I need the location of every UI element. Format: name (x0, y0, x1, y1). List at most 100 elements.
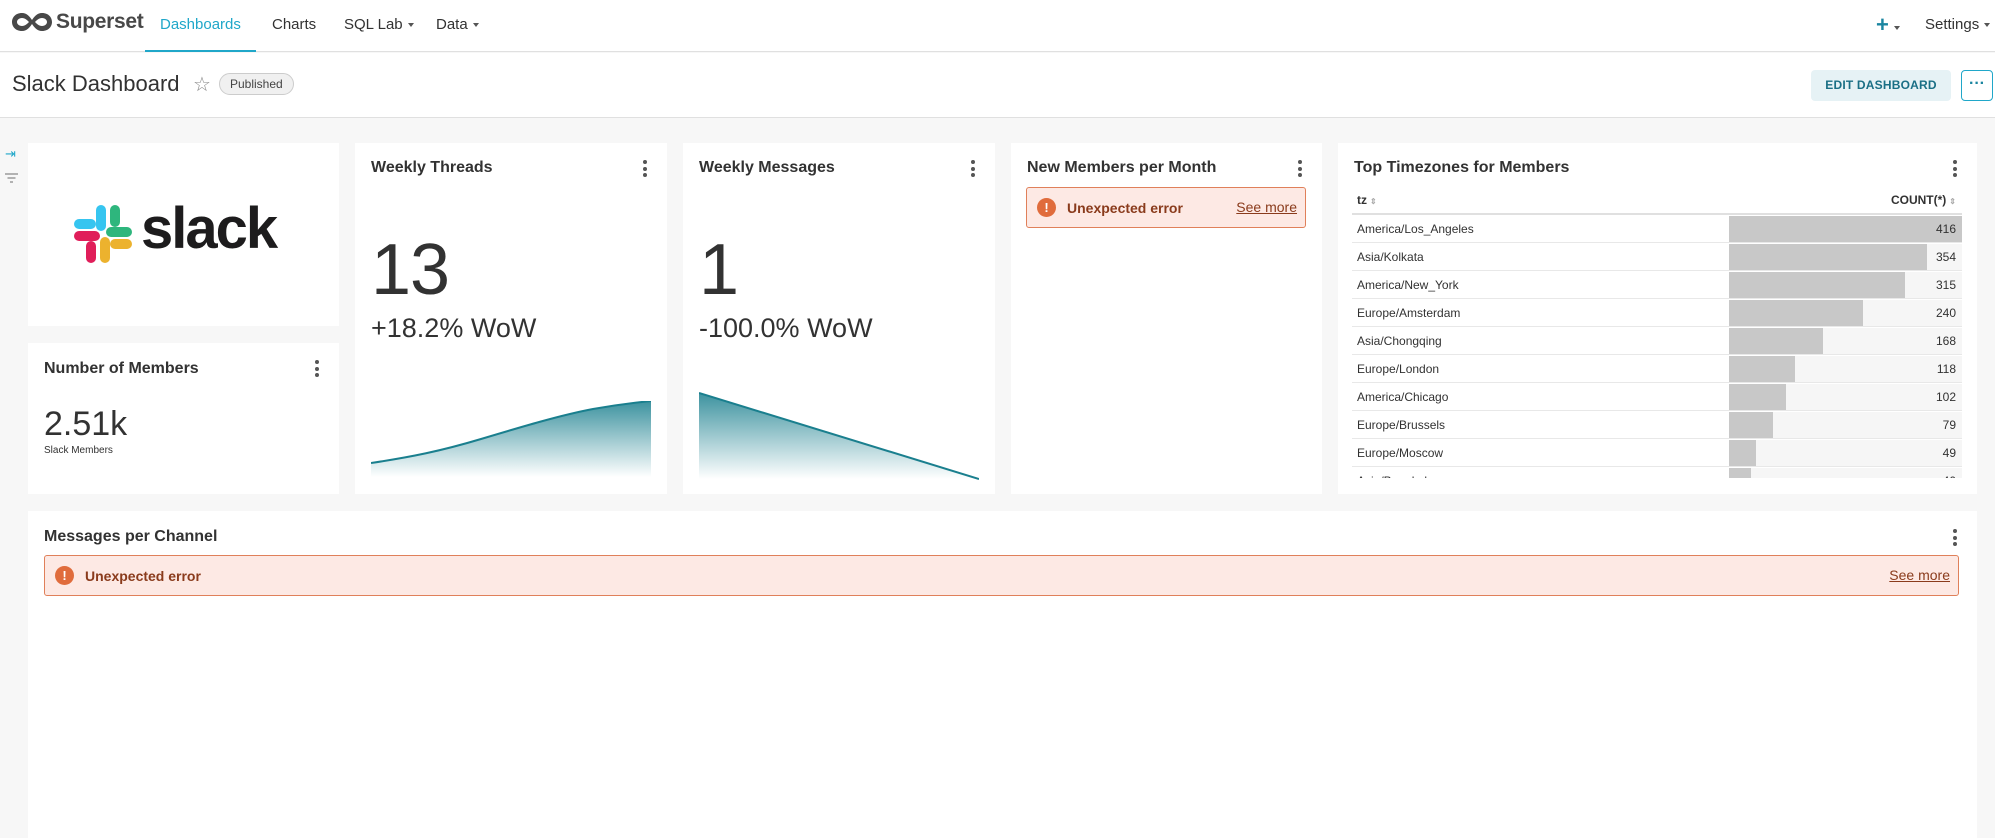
error-icon: ! (1037, 198, 1056, 217)
count-cell: 49 (1942, 446, 1956, 460)
tz-cell: Asia/Chongqing (1357, 334, 1442, 348)
count-cell: 40 (1943, 474, 1956, 478)
members-caption: Slack Members (44, 445, 113, 456)
column-label: tz (1357, 193, 1367, 207)
see-more-link[interactable]: See more (1889, 567, 1950, 583)
chevron-down-icon (407, 23, 414, 28)
expand-filters-icon[interactable]: ⇥ (5, 146, 19, 161)
error-icon: ! (55, 566, 74, 585)
kebab-menu-icon[interactable] (1953, 160, 1957, 177)
filter-icon[interactable] (5, 173, 19, 187)
plus-icon: + (1876, 12, 1889, 37)
members-card: Number of Members 2.51k Slack Members (28, 343, 339, 494)
card-title: Weekly Messages (699, 159, 835, 176)
bar-track (1729, 468, 1962, 478)
tz-cell: Europe/Brussels (1357, 418, 1446, 432)
count-bar (1729, 244, 1927, 270)
tz-cell: America/New_York (1357, 278, 1459, 292)
table-row: Europe/London 118 (1352, 355, 1962, 383)
trendline-sparkline (371, 401, 651, 477)
count-cell: 168 (1935, 334, 1956, 348)
count-cell: 118 (1936, 362, 1956, 376)
count-cell: 240 (1935, 306, 1956, 320)
column-header-count[interactable]: COUNT(*) ⇕ (1891, 193, 1956, 207)
table-row: Asia/Bangkok 40 (1352, 467, 1962, 478)
messages-per-channel-card: Messages per Channel ! Unexpected error … (28, 511, 1977, 838)
count-bar (1729, 328, 1823, 354)
table-body: America/Los_Angeles 416 Asia/Kolkata 354 Ame… (1352, 215, 1962, 478)
slack-logo-icon (74, 205, 132, 263)
weekly-threads-card: Weekly Threads 13 +18.2% WoW (355, 143, 667, 494)
brand-logo[interactable]: Superset (11, 10, 144, 34)
settings-label: Settings (1925, 16, 1980, 33)
column-header-tz[interactable]: tz ⇕ (1357, 193, 1377, 207)
table-row: Europe/Brussels 79 (1352, 411, 1962, 439)
sort-icon: ⇕ (1370, 197, 1377, 206)
count-cell: 416 (1935, 222, 1956, 236)
table-row: Asia/Kolkata 354 (1352, 243, 1962, 271)
tz-cell: Europe/London (1357, 362, 1440, 376)
nav-sql-lab[interactable]: SQL Lab (344, 0, 414, 52)
dashboard-title[interactable]: Slack Dashboard (12, 71, 180, 97)
favorite-star-icon[interactable]: ☆ (193, 72, 211, 97)
big-number-value: 13 (371, 230, 450, 310)
timezones-table: tz ⇕ COUNT(*) ⇕ America/Los_Angeles 416 Asia… (1352, 188, 1962, 478)
count-bar (1729, 384, 1786, 410)
card-title: New Members per Month (1027, 159, 1217, 176)
settings-menu[interactable]: Settings (1925, 0, 1991, 52)
new-menu[interactable]: + (1876, 0, 1900, 52)
card-title: Top Timezones for Members (1354, 159, 1570, 176)
table-row: Europe/Amsterdam 240 (1352, 299, 1962, 327)
tz-cell: Asia/Kolkata (1357, 250, 1424, 264)
weekly-messages-card: Weekly Messages 1 -100.0% WoW (683, 143, 995, 494)
table-header: tz ⇕ COUNT(*) ⇕ (1352, 188, 1962, 215)
nav-sql-lab-label: SQL Lab (344, 16, 403, 33)
new-members-card: New Members per Month ! Unexpected error… (1011, 143, 1322, 494)
bar-track (1729, 440, 1962, 466)
error-message: Unexpected error (85, 568, 201, 584)
superset-logo-icon (12, 13, 52, 31)
count-bar (1729, 272, 1905, 298)
count-cell: 79 (1942, 418, 1956, 432)
kebab-menu-icon[interactable] (643, 160, 647, 177)
slack-logo-text: slack (141, 196, 278, 261)
column-label: COUNT(*) (1890, 193, 1947, 207)
tz-cell: Asia/Bangkok (1357, 474, 1430, 478)
kebab-menu-icon[interactable] (1298, 160, 1302, 177)
edit-dashboard-button[interactable]: EDIT DASHBOARD (1811, 70, 1951, 101)
big-number-change: -100.0% WoW (699, 313, 873, 343)
members-value: 2.51k (44, 405, 128, 443)
brand-name: Superset (56, 10, 144, 33)
nav-data-label: Data (436, 16, 468, 33)
big-number-change: +18.2% WoW (371, 313, 537, 343)
kebab-menu-icon[interactable] (315, 360, 319, 377)
table-row: Europe/Moscow 49 (1352, 439, 1962, 467)
trendline-sparkline (699, 392, 979, 480)
table-row: Asia/Chongqing 168 (1352, 327, 1962, 355)
card-title: Number of Members (44, 360, 199, 377)
count-cell: 354 (1935, 250, 1956, 264)
tz-cell: Europe/Amsterdam (1357, 306, 1461, 320)
nav-data[interactable]: Data (436, 0, 479, 52)
big-number-value: 1 (699, 230, 739, 310)
more-options-button[interactable]: ··· (1961, 70, 1993, 101)
count-bar (1729, 468, 1751, 478)
kebab-menu-icon[interactable] (971, 160, 975, 177)
top-navbar: Superset Dashboards Charts SQL Lab Data … (0, 0, 1995, 52)
status-badge[interactable]: Published (219, 73, 294, 95)
tz-cell: Europe/Moscow (1357, 446, 1444, 460)
nav-charts[interactable]: Charts (272, 0, 316, 52)
slack-logo-card: slack (28, 143, 339, 326)
count-cell: 102 (1935, 390, 1956, 404)
dashboard-header: Slack Dashboard ☆ Published EDIT DASHBOA… (0, 53, 1995, 118)
count-bar (1729, 300, 1863, 326)
nav-dashboards[interactable]: Dashboards (145, 0, 256, 52)
count-bar (1729, 412, 1773, 438)
table-row: America/New_York 315 (1352, 271, 1962, 299)
count-cell: 315 (1935, 278, 1956, 292)
card-title: Messages per Channel (44, 528, 218, 545)
see-more-link[interactable]: See more (1236, 199, 1297, 215)
sort-icon: ⇕ (1949, 197, 1956, 206)
kebab-menu-icon[interactable] (1953, 529, 1957, 546)
card-title: Weekly Threads (371, 159, 493, 176)
